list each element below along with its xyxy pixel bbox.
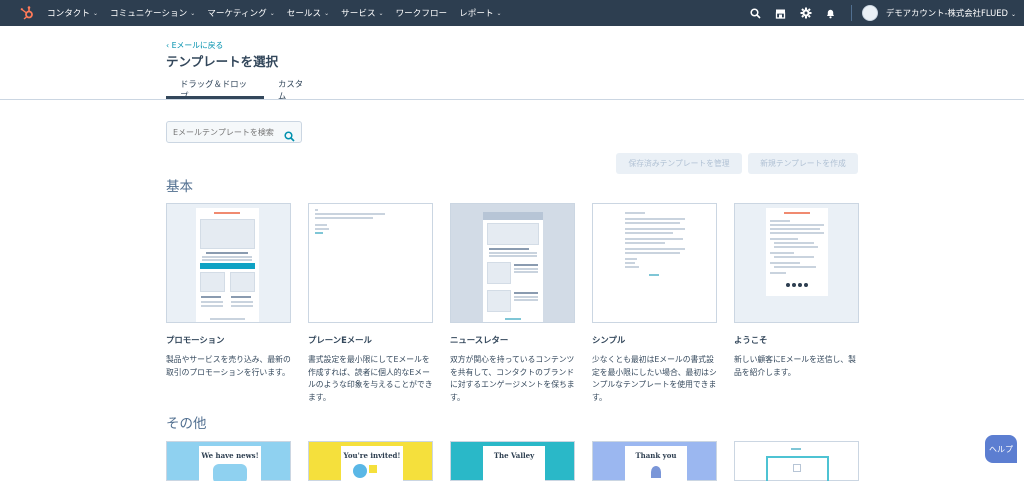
notifications-icon[interactable] [825,7,837,19]
chevron-down-icon: ⌄ [378,9,384,17]
template-title: プロモーション [166,335,225,345]
template-card-thank-you[interactable]: Thank you [592,441,717,481]
nav-label: ワークフロー [395,9,448,19]
email-preview [766,208,828,296]
template-title: ニュースレター [450,335,509,345]
nav-divider [850,5,852,21]
email-preview [483,212,543,322]
template-card-valley[interactable]: The Valley [450,441,575,481]
template-thumbnail[interactable] [308,203,433,323]
chevron-down-icon: ⌄ [324,9,330,17]
template-thumbnail[interactable] [166,203,291,323]
template-title: シンプル [592,335,626,345]
help-button[interactable]: ヘルプ [985,435,1017,463]
chevron-down-icon: ⌄ [269,9,275,17]
account-menu[interactable]: デモアカウント-株式会社FLUED ⌄ [886,7,1016,19]
manage-saved-templates-button[interactable]: 保存済みテンプレートを管理 [616,153,742,174]
nav-label: マーケティング [207,9,267,19]
email-preview: We have news! [199,446,261,481]
nav-communication[interactable]: コミュニケーション ⌄ [110,7,195,19]
search-input[interactable] [173,127,283,137]
avatar[interactable] [861,5,878,21]
template-card-blank[interactable] [734,441,859,481]
nav-workflow[interactable]: ワークフロー [396,7,448,19]
template-description: 製品やサービスを売り込み、最新の取引のプロモーションを行います。 [166,355,291,377]
top-navigation: コンタクト ⌄ コミュニケーション ⌄ マーケティング ⌄ セールス ⌄ サービス ⌄ ワ… [0,0,1024,26]
hubspot-logo-icon[interactable] [17,3,37,23]
template-label: The Valley [493,451,535,460]
search-icon[interactable] [284,127,295,142]
nav-label: コンタクト [47,9,90,19]
email-preview: Thank you [625,446,687,481]
tab-drag-and-drop[interactable]: ドラッグ＆ドロップ [166,78,264,101]
main-menu: コンタクト ⌄ コミュニケーション ⌄ マーケティング ⌄ セールス ⌄ サービス ⌄ ワ… [47,7,514,19]
tabs-divider [0,99,1024,100]
template-label: Thank you [635,451,677,460]
template-thumbnail[interactable] [450,203,575,323]
template-tabs: ドラッグ＆ドロップ カスタム [166,78,324,101]
back-to-email-link[interactable]: ‹ Eメールに戻る [166,40,223,51]
nav-reports[interactable]: レポート ⌄ [459,7,501,19]
template-description: 書式設定を最小限にしてEメールを作成すれば、読者に個人的なEメールのような印象を… [308,355,433,402]
marketplace-icon[interactable] [775,7,787,19]
email-preview: The Valley [483,446,545,481]
chevron-down-icon: ⌄ [1010,11,1016,18]
nav-label: コミュニケーション [110,9,188,19]
template-description: 少なくとも最初はEメールの書式設定を最小限にしたい場合、最初はシンプルなテンプレ… [592,355,717,402]
nav-label: サービス [341,9,376,19]
template-thumbnail[interactable] [734,203,859,323]
page-title: テンプレートを選択 [166,54,279,69]
template-description: 新しい顧客にEメールを送信し、製品を紹介します。 [734,355,856,377]
template-card-news[interactable]: We have news! [166,441,291,481]
chevron-down-icon: ⌄ [496,9,502,17]
nav-sales[interactable]: セールス ⌄ [287,7,329,19]
nav-label: レポート [459,9,494,19]
nav-marketing[interactable]: マーケティング ⌄ [207,7,275,19]
nav-utilities: デモアカウント-株式会社FLUED ⌄ [737,0,1024,26]
email-preview [196,208,259,322]
template-search [166,121,302,143]
chevron-down-icon: ⌄ [92,9,99,17]
template-thumbnail[interactable] [592,203,717,323]
section-title-other: その他 [166,416,207,432]
tab-custom[interactable]: カスタム [264,78,324,101]
email-preview: You're invited! [341,446,403,481]
section-title-basic: 基本 [166,179,193,195]
chevron-down-icon: ⌄ [190,9,196,17]
template-card-invited[interactable]: You're invited! [308,441,433,481]
template-card-plain-email[interactable]: プレーンEメール 書式設定を最小限にしてEメールを作成すれば、読者に個人的なEメ… [308,203,433,404]
nav-service[interactable]: サービス ⌄ [341,7,383,19]
template-card-promotion[interactable]: プロモーション 製品やサービスを売り込み、最新の取引のプロモーションを行います。 [166,203,291,379]
template-title: プレーンEメール [308,335,372,345]
template-card-simple[interactable]: シンプル 少なくとも最初はEメールの書式設定を最小限にしたい場合、最初はシンプル… [592,203,717,404]
template-card-welcome[interactable]: ようこそ 新しい顧客にEメールを送信し、製品を紹介します。 [734,203,859,379]
account-name: デモアカウント-株式会社FLUED [885,8,1008,18]
template-description: 双方が関心を持っているコンテンツを共有して、コンタクトのブランドに対するエンゲー… [450,355,575,402]
create-template-button[interactable]: 新規テンプレートを作成 [748,153,858,174]
template-label: We have news! [201,451,259,460]
template-label: You're invited! [343,451,401,460]
nav-label: セールス [286,9,322,19]
template-card-newsletter[interactable]: ニュースレター 双方が関心を持っているコンテンツを共有して、コンタクトのブランド… [450,203,575,404]
template-title: ようこそ [734,335,768,345]
settings-icon[interactable] [800,7,812,19]
search-icon[interactable] [750,7,762,19]
nav-contacts[interactable]: コンタクト ⌄ [47,7,98,19]
